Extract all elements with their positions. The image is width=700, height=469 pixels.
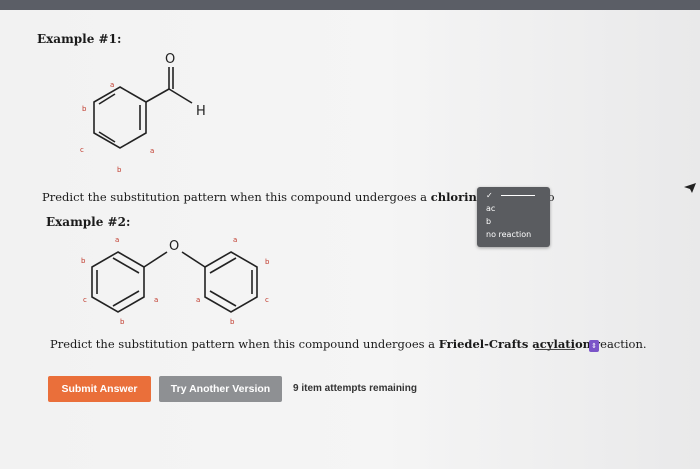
answer-2-select[interactable] <box>535 349 575 350</box>
attempts-remaining-text: 9 item attempts remaining <box>293 383 417 394</box>
position-label: a <box>115 236 119 244</box>
example-1-heading: Example #1: <box>37 32 122 46</box>
ether-oxygen: O <box>169 239 179 254</box>
position-label: a <box>196 296 200 304</box>
position-label: b <box>82 105 87 113</box>
aldehyde-hydrogen: H <box>196 104 206 119</box>
benzaldehyde-structure: O H a b a c b <box>80 52 206 174</box>
position-label: b <box>120 318 125 326</box>
dropdown-option-blank[interactable]: ✓ <box>477 189 550 202</box>
submit-answer-button[interactable]: Submit Answer <box>48 376 151 402</box>
position-label: a <box>150 147 154 155</box>
position-label: b <box>81 257 86 265</box>
position-label: c <box>80 146 84 154</box>
position-label: b <box>265 258 270 266</box>
position-label: c <box>265 296 269 304</box>
updown-arrows-icon[interactable]: ⇕ <box>589 340 599 352</box>
benzene-ring-1 <box>93 86 147 149</box>
position-label: b <box>230 318 235 326</box>
example-2-heading: Example #2: <box>46 215 131 229</box>
dropdown-option-ac[interactable]: ac <box>477 202 550 215</box>
try-another-version-button[interactable]: Try Another Version <box>159 376 282 402</box>
aldehyde-bond <box>145 88 170 103</box>
position-label: c <box>83 296 87 304</box>
carbonyl-oxygen: O <box>165 52 175 67</box>
dropdown-option-no-reaction[interactable]: no reaction <box>477 228 550 241</box>
position-label: a <box>110 81 114 89</box>
window-top-bar <box>0 0 700 10</box>
checkmark-icon: ✓ <box>486 191 493 200</box>
position-label: a <box>154 296 158 304</box>
position-label: b <box>117 166 122 174</box>
position-label: a <box>233 236 237 244</box>
dropdown-option-b[interactable]: b <box>477 215 550 228</box>
mouse-cursor-icon <box>684 183 696 193</box>
answer-dropdown-menu[interactable]: ✓ ac b no reaction <box>477 187 550 247</box>
diphenyl-ether-structure: O a b c a b a b a c b <box>81 236 270 326</box>
